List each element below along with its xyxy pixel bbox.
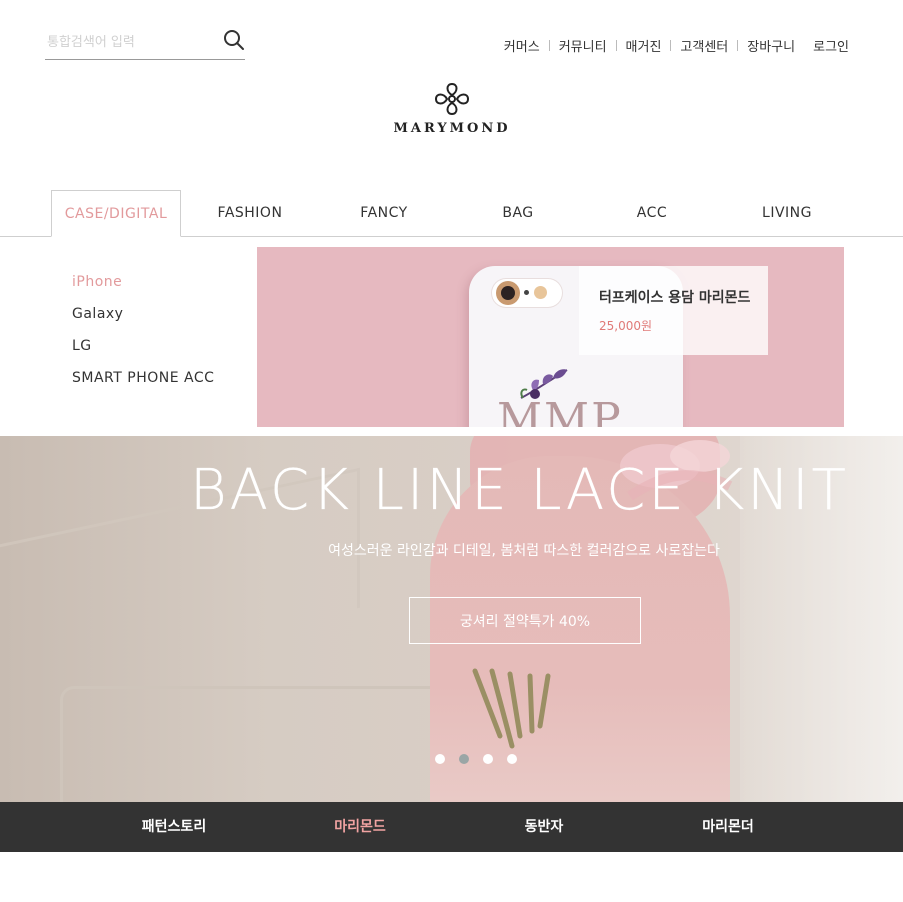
- util-link-magazine[interactable]: 매거진: [626, 36, 662, 55]
- bottom-tab-marymonder[interactable]: 마리몬더: [668, 802, 788, 852]
- promo-banner[interactable]: MMP 터프케이스 용담 마리몬드 25,000원: [257, 247, 844, 427]
- util-link-community[interactable]: 커뮤니티: [559, 36, 607, 55]
- slide-dot[interactable]: [483, 754, 493, 764]
- bottom-tab-marymond[interactable]: 마리몬드: [300, 802, 420, 852]
- category-tab-fancy[interactable]: FANCY: [319, 190, 449, 237]
- search-icon[interactable]: [223, 29, 245, 51]
- bottom-tab-pattern-story[interactable]: 패턴스토리: [114, 802, 234, 852]
- submenu-item-galaxy[interactable]: Galaxy: [72, 304, 214, 336]
- divider: [670, 40, 672, 51]
- site-logo[interactable]: MARYMOND: [390, 82, 514, 142]
- hero-headline: BACK LINE LACE KNIT: [190, 458, 849, 523]
- category-nav: CASE/DIGITAL FASHION FANCY BAG ACC LIVIN…: [0, 190, 903, 237]
- marymond-flower-icon: [434, 82, 470, 116]
- promo-card: 터프케이스 용담 마리몬드 25,000원: [579, 266, 768, 355]
- utility-nav: 커머스 커뮤니티 매거진 고객센터 장바구니 로그인: [504, 36, 849, 55]
- submenu-item-lg[interactable]: LG: [72, 336, 214, 368]
- util-link-commerce[interactable]: 커머스: [504, 36, 540, 55]
- search-box: [45, 26, 245, 60]
- search-input[interactable]: [47, 30, 217, 54]
- hero-banner: BACK LINE LACE KNIT 여성스러운 라인감과 디테일, 봄처럼 …: [0, 436, 903, 802]
- category-tab-living[interactable]: LIVING: [722, 190, 852, 237]
- bottom-tab-bar: 패턴스토리 마리몬드 동반자 마리몬더: [0, 802, 903, 852]
- category-tab-bag[interactable]: BAG: [453, 190, 583, 237]
- product-mark: MMP: [497, 394, 623, 427]
- divider: [737, 40, 739, 51]
- category-tab-fashion[interactable]: FASHION: [185, 190, 315, 237]
- promo-price: 25,000원: [599, 319, 653, 333]
- slider-pagination: [435, 754, 517, 764]
- camera-module: [491, 278, 563, 308]
- slide-dot[interactable]: [507, 754, 517, 764]
- divider: [548, 40, 550, 51]
- category-tab-case-digital[interactable]: CASE/DIGITAL: [51, 190, 181, 237]
- hero-cta-button[interactable]: 궁셔리 절약특가 40%: [409, 597, 641, 644]
- slide-dot[interactable]: [435, 754, 445, 764]
- util-link-cart[interactable]: 장바구니: [747, 36, 795, 55]
- logo-wordmark: MARYMOND: [393, 121, 511, 136]
- hero-subline: 여성스러운 라인감과 디테일, 봄처럼 따스한 컬러감으로 사로잡는다: [328, 543, 720, 559]
- bottom-tab-companion[interactable]: 동반자: [484, 802, 604, 852]
- submenu-item-iphone[interactable]: iPhone: [72, 272, 214, 304]
- divider: [615, 40, 617, 51]
- submenu-item-smart-phone-acc[interactable]: SMART PHONE ACC: [72, 368, 214, 400]
- slide-dot-active[interactable]: [459, 754, 469, 764]
- category-submenu: iPhone Galaxy LG SMART PHONE ACC: [72, 272, 214, 400]
- login-link[interactable]: 로그인: [813, 36, 849, 55]
- category-tab-acc[interactable]: ACC: [587, 190, 717, 237]
- promo-title: 터프케이스 용담 마리몬드: [599, 290, 751, 306]
- util-link-customer-center[interactable]: 고객센터: [680, 36, 728, 55]
